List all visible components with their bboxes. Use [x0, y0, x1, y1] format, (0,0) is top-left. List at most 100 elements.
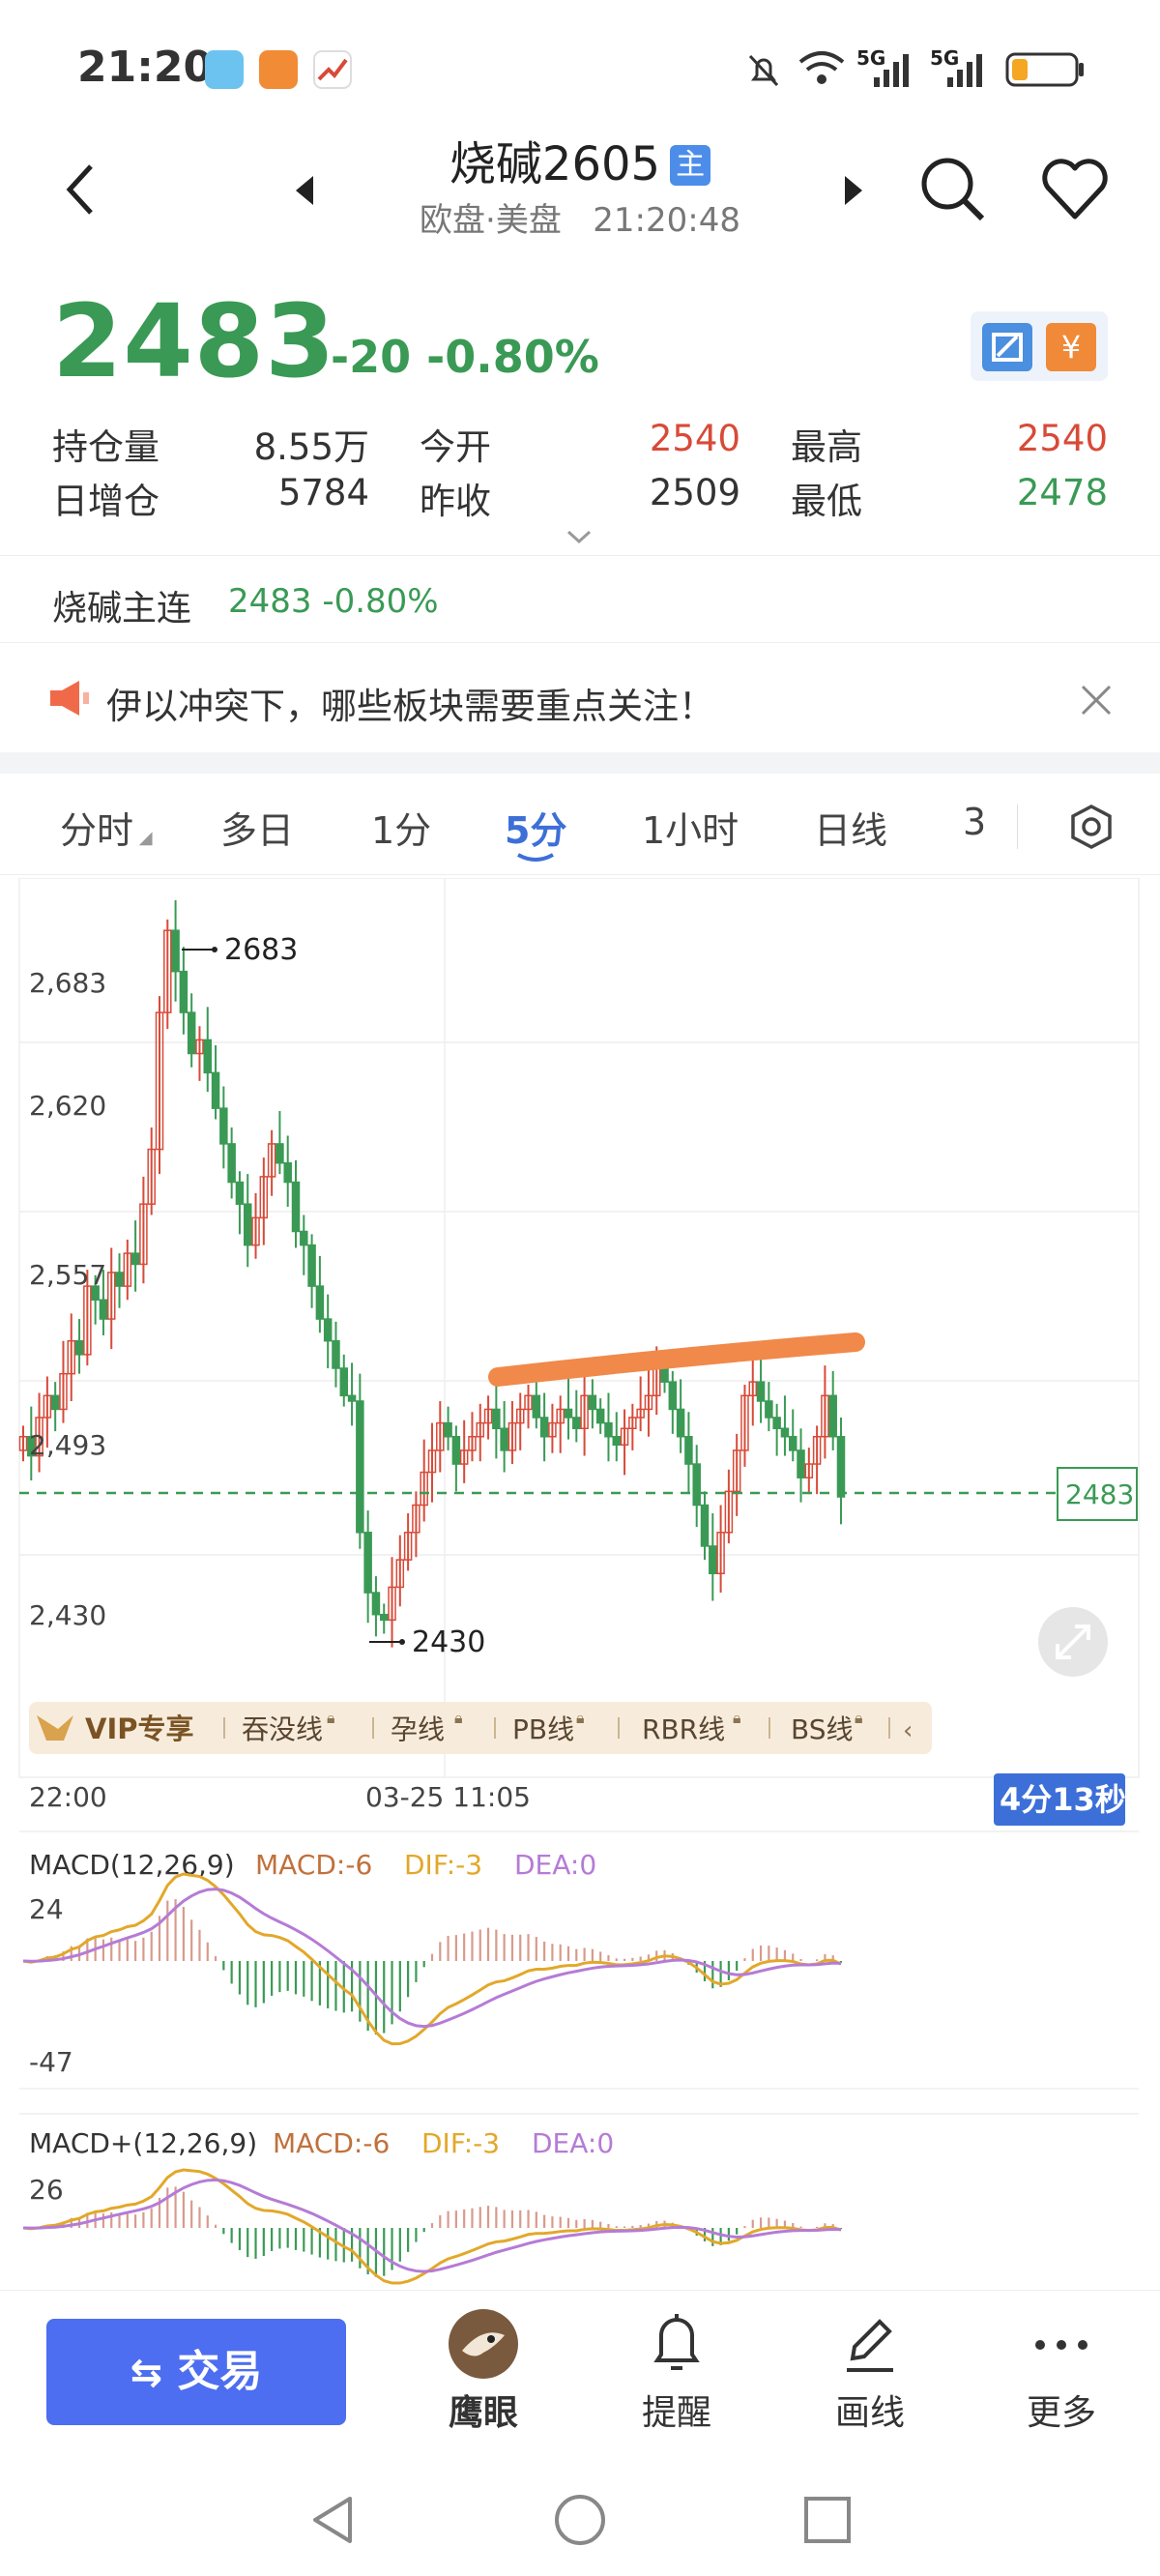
- nav-draw[interactable]: 画线: [793, 2306, 947, 2435]
- prev-close-label: 昨收: [420, 481, 491, 522]
- candle-body: [243, 1203, 252, 1246]
- open-interest-label: 持仓量: [52, 426, 160, 468]
- next-contract-icon[interactable]: [839, 174, 868, 207]
- news-headline[interactable]: 伊以冲突下，哪些板块需要重点关注！: [106, 677, 714, 729]
- system-recents-icon[interactable]: [802, 2495, 853, 2545]
- candle-body: [203, 1039, 213, 1074]
- macd2-top: 26: [29, 2174, 64, 2206]
- main-contract-value[interactable]: 2483 -0.80%: [228, 582, 439, 621]
- macd2-layer: [22, 2168, 843, 2285]
- svg-text:🔒︎: 🔒︎: [576, 1709, 585, 1727]
- edit-icon[interactable]: [982, 323, 1032, 371]
- candle-body: [99, 1299, 108, 1320]
- candle-body: [50, 1394, 60, 1411]
- orange-app-icon: [259, 50, 298, 89]
- candle-body: [291, 1181, 301, 1233]
- prev-close-value: 2509: [649, 472, 740, 513]
- candle-body: [604, 1421, 613, 1438]
- candle-body: [765, 1400, 773, 1419]
- candle-body: [451, 1435, 461, 1465]
- macd1-top: 24: [29, 1893, 64, 1925]
- svg-text:🔒︎: 🔒︎: [327, 1709, 335, 1727]
- tab-time-sharing[interactable]: 分时 ◢: [60, 801, 153, 854]
- status-time: 21:20: [77, 43, 214, 92]
- vip-item-rbr[interactable]: RBR线: [642, 1713, 725, 1745]
- main-contract-name[interactable]: 烧碱主连: [52, 580, 191, 630]
- wifi-icon: [798, 51, 845, 84]
- candle-body: [356, 1400, 364, 1534]
- more-dots-icon: [1035, 2340, 1088, 2350]
- macd1-title[interactable]: MACD(12,26,9): [29, 1849, 235, 1881]
- tab-more-periods[interactable]: 3: [963, 801, 986, 843]
- macd2-title[interactable]: MACD+(12,26,9): [29, 2127, 257, 2159]
- candle-body: [187, 1011, 196, 1055]
- high-value: 2540: [1016, 418, 1108, 459]
- close-icon[interactable]: [1079, 683, 1114, 717]
- candle-body: [797, 1449, 805, 1478]
- tab-multi-day[interactable]: 多日: [220, 801, 294, 854]
- candle-body: [307, 1244, 316, 1287]
- candle-body: [283, 1161, 292, 1184]
- max-price-label: 2683: [224, 933, 298, 967]
- candle-body: [347, 1394, 357, 1402]
- vip-item-pb[interactable]: PB线: [512, 1713, 574, 1745]
- expand-chevron-icon[interactable]: [565, 528, 594, 545]
- candle-body: [371, 1592, 381, 1616]
- system-back-icon[interactable]: [307, 2493, 358, 2547]
- nav-alert[interactable]: 提醒: [599, 2306, 754, 2435]
- macd2-macd: MACD:-6: [273, 2127, 390, 2159]
- last-price: 2483: [52, 282, 336, 400]
- vip-item-harami[interactable]: 孕线: [391, 1713, 445, 1745]
- battery-icon: [1005, 52, 1084, 87]
- candle-body: [171, 929, 180, 973]
- vip-title: VIP专享: [85, 1712, 194, 1745]
- trade-button[interactable]: ⇆ 交易: [46, 2319, 346, 2425]
- tab-1min[interactable]: 1分: [371, 801, 431, 854]
- candle-body: [532, 1394, 541, 1419]
- oi-change-value: 5784: [277, 472, 369, 513]
- settings-hex-icon[interactable]: [1067, 803, 1116, 851]
- swap-icon: ⇆: [130, 2351, 163, 2395]
- high-label: 最高: [791, 426, 862, 468]
- reader-app-icon: [205, 50, 244, 89]
- y-tick-2683: 2,683: [29, 967, 106, 999]
- yuan-icon[interactable]: ¥: [1046, 323, 1096, 371]
- open-interest-value: 8.55万: [253, 426, 369, 468]
- macd1-dif: DIF:-3: [404, 1849, 482, 1881]
- mute-icon: [748, 54, 779, 87]
- kline-chart[interactable]: 2,683 2,620 2,557 2,493 2,430 2683 2430 …: [0, 878, 1160, 2290]
- nav-hawkeye[interactable]: 鹰眼: [406, 2306, 561, 2435]
- candle-body: [379, 1613, 389, 1622]
- candle-body: [332, 1339, 340, 1369]
- countdown-badge: 4分13秒: [1000, 1781, 1126, 1818]
- candle-body: [676, 1408, 685, 1438]
- current-price-tag: 2483: [1065, 1478, 1134, 1510]
- drawn-resistance-line: [488, 1332, 865, 1387]
- nav-more[interactable]: 更多: [984, 2306, 1139, 2435]
- tab-1hour[interactable]: 1小时: [642, 801, 739, 854]
- macd1-macd: MACD:-6: [255, 1849, 372, 1881]
- macd2-dif: DIF:-3: [421, 2127, 500, 2159]
- candle-body: [179, 970, 188, 1013]
- tab-5min[interactable]: 5分: [505, 801, 566, 854]
- min-price-label: 2430: [412, 1625, 485, 1659]
- candle-body: [700, 1504, 710, 1547]
- favorite-heart-icon[interactable]: [1040, 157, 1110, 222]
- y-tick-2557: 2,557: [29, 1259, 106, 1291]
- candle-body: [684, 1435, 693, 1465]
- main-badge: 主: [670, 145, 711, 186]
- candle-body: [595, 1408, 605, 1424]
- fullscreen-icon[interactable]: [1038, 1607, 1108, 1677]
- low-value: 2478: [1016, 472, 1108, 513]
- vip-item-bs[interactable]: BS线: [791, 1713, 854, 1745]
- search-icon[interactable]: [918, 155, 988, 224]
- oi-change-label: 日增仓: [52, 481, 160, 522]
- open-label: 今开: [420, 426, 491, 468]
- tab-daily[interactable]: 日线: [814, 801, 887, 854]
- pen-icon: [847, 2319, 893, 2372]
- system-home-icon[interactable]: [553, 2493, 607, 2547]
- price-change: -20 -0.80%: [331, 331, 599, 383]
- candle-body: [227, 1143, 236, 1184]
- vip-item-engulf[interactable]: 吞没线: [242, 1713, 323, 1745]
- macd1-layer: [22, 1872, 843, 2046]
